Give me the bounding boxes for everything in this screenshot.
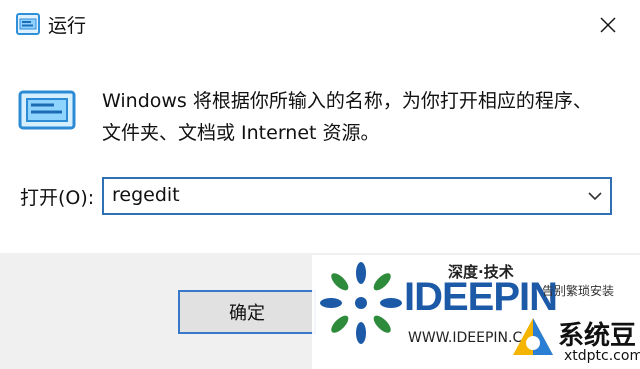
ok-button[interactable]: 确定 — [178, 290, 316, 334]
site-name: 系统豆 — [558, 321, 637, 351]
run-description: Windows 将根据你所输入的名称，为你打开相应的程序、 文件夹、文档或 In… — [102, 85, 622, 149]
watermark-url: WWW.IDEEPIN.C — [408, 330, 523, 346]
description-line-2: 文件夹、文档或 Internet 资源。 — [102, 122, 380, 144]
title-bar: 运行 — [0, 0, 640, 50]
window-title: 运行 — [48, 15, 87, 37]
open-input[interactable]: regedit — [112, 184, 180, 206]
close-button[interactable] — [576, 0, 640, 50]
run-large-icon — [18, 90, 76, 130]
site-domain: xtdptc.com — [564, 348, 640, 364]
watermark-overlay: 深度·技术 IDEEPIN 告别繁琐安装 WWW.IDEEPIN.C 系统豆 x… — [312, 255, 640, 369]
description-line-1: Windows 将根据你所输入的名称，为你打开相应的程序、 — [102, 90, 592, 112]
close-icon — [600, 17, 616, 33]
watermark-brand: IDEEPIN — [404, 275, 558, 319]
watermark-side-text: 告别繁琐安装 — [542, 284, 615, 298]
open-label: 打开(O): — [20, 187, 95, 209]
ideepin-logo-icon — [320, 262, 402, 344]
open-combobox[interactable]: regedit — [102, 177, 612, 215]
chevron-down-icon[interactable] — [586, 187, 604, 205]
xtdptc-logo-icon — [513, 318, 553, 355]
run-app-icon — [16, 13, 40, 35]
